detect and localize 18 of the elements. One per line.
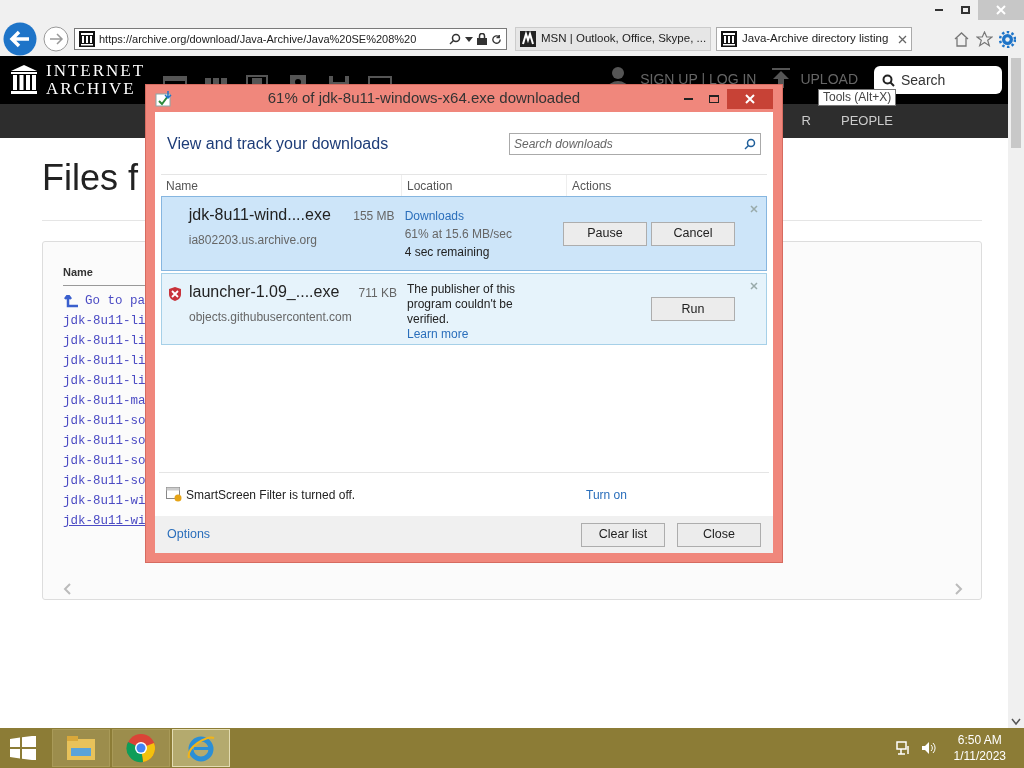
- file-size: 155 MB: [353, 208, 396, 225]
- source-host: ia802203.us.archive.org: [188, 232, 318, 249]
- file-name: jdk-8u11-wind....exe: [188, 205, 331, 225]
- warning-message: The publisher of this program couldn't be verified.: [407, 282, 517, 327]
- source-host: objects.githubusercontent.com: [189, 309, 353, 326]
- smartscreen-text: SmartScreen Filter is turned off.: [186, 486, 357, 504]
- logo-text: INTERNET: [46, 62, 146, 80]
- file-size: 711 KB: [358, 285, 398, 302]
- tooltip: Tools (Alt+X): [818, 89, 897, 106]
- logo-text: ARCHIVE: [46, 80, 137, 98]
- column-header: Actions: [571, 177, 613, 195]
- time-remaining: 4 sec remaining: [404, 244, 491, 261]
- file-name: launcher-1.09_....exe: [189, 282, 340, 302]
- page-heading: Files f: [42, 158, 138, 198]
- progress-text: 61% at 15.6 MB/sec: [404, 226, 513, 243]
- dialog-title: 61% of jdk-8u11-windows-x64.exe downloaded: [266, 88, 582, 109]
- dialog-heading: View and track your downloads: [167, 134, 389, 154]
- column-header: Name: [63, 265, 94, 280]
